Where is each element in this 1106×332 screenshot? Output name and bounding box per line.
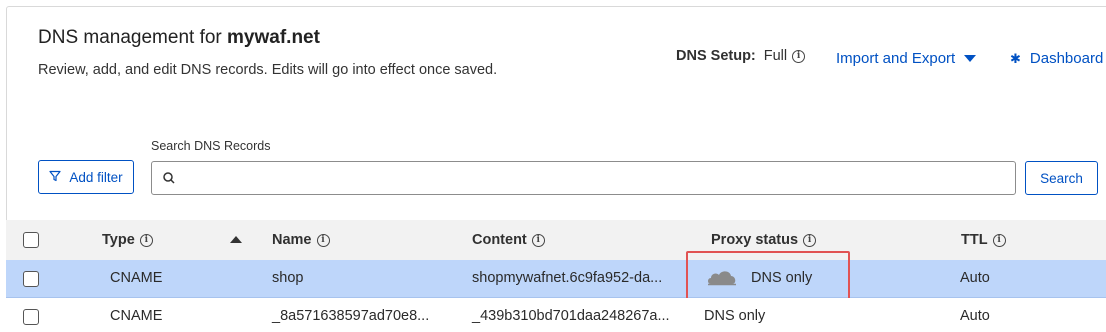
record-proxy-status: DNS only <box>704 308 766 324</box>
add-filter-button[interactable]: Add filter <box>38 160 134 194</box>
page-title: DNS management for mywaf.net <box>38 27 320 49</box>
proxy-status-highlight <box>686 251 850 300</box>
search-input[interactable] <box>184 162 1004 194</box>
column-type[interactable]: Type i <box>102 232 153 248</box>
info-icon[interactable]: i <box>992 233 1006 247</box>
dashboard-link[interactable]: ✱ Dashboard <box>1010 50 1103 67</box>
info-icon[interactable]: i <box>139 233 153 247</box>
page-description: Review, add, and edit DNS records. Edits… <box>38 62 498 78</box>
row-checkbox[interactable] <box>23 309 39 325</box>
column-name[interactable]: Name i <box>272 232 330 248</box>
record-content: _439b310bd701daa248267a... <box>472 308 670 324</box>
column-proxy-status-label: Proxy status <box>711 232 799 248</box>
gear-icon: ✱ <box>1010 50 1021 66</box>
record-name: _8a571638597ad70e8... <box>272 308 430 324</box>
record-content: shopmywafnet.6c9fa952-da... <box>472 270 663 286</box>
info-icon[interactable]: i <box>531 233 545 247</box>
info-icon[interactable]: i <box>803 233 817 247</box>
caret-down-icon <box>964 55 977 62</box>
column-content[interactable]: Content i <box>472 232 545 248</box>
info-icon[interactable]: i <box>316 233 330 247</box>
sort-up-icon[interactable] <box>230 236 242 243</box>
record-ttl: Auto <box>960 308 990 324</box>
table-row[interactable]: CNAME _8a571638597ad70e8... _439b310bd70… <box>6 298 1106 332</box>
column-ttl[interactable]: TTL i <box>961 232 1006 248</box>
select-all-checkbox[interactable] <box>23 232 39 248</box>
record-type: CNAME <box>110 308 163 324</box>
search-button[interactable]: Search <box>1025 161 1098 195</box>
column-proxy-status[interactable]: Proxy status i <box>711 232 817 248</box>
dashboard-label: Dashboard <box>1029 50 1104 67</box>
record-name: shop <box>272 270 304 286</box>
info-icon[interactable]: i <box>792 49 806 63</box>
dns-setup-label: DNS Setup: <box>676 48 756 64</box>
add-filter-label: Add filter <box>69 169 123 185</box>
search-field[interactable] <box>151 161 1016 195</box>
import-export-button[interactable]: Import and Export <box>836 50 977 67</box>
title-prefix: DNS management for <box>38 27 228 48</box>
dns-setup-value: Full <box>763 48 788 64</box>
dns-setup: DNS Setup: Full i <box>676 48 806 64</box>
column-type-label: Type <box>102 232 135 248</box>
title-domain: mywaf.net <box>227 27 320 48</box>
column-ttl-label: TTL <box>961 232 988 248</box>
search-icon <box>163 172 175 184</box>
filter-icon <box>49 170 61 185</box>
column-content-label: Content <box>472 232 527 248</box>
table-row[interactable]: CNAME shop shopmywafnet.6c9fa952-da... D… <box>6 260 1106 298</box>
record-type: CNAME <box>110 270 163 286</box>
row-checkbox[interactable] <box>23 271 39 287</box>
import-export-label: Import and Export <box>836 50 956 67</box>
table-header: Type i Name i Content i Proxy status i T… <box>6 220 1106 260</box>
column-name-label: Name <box>272 232 312 248</box>
record-ttl: Auto <box>960 270 990 286</box>
search-label: Search DNS Records <box>151 139 271 153</box>
